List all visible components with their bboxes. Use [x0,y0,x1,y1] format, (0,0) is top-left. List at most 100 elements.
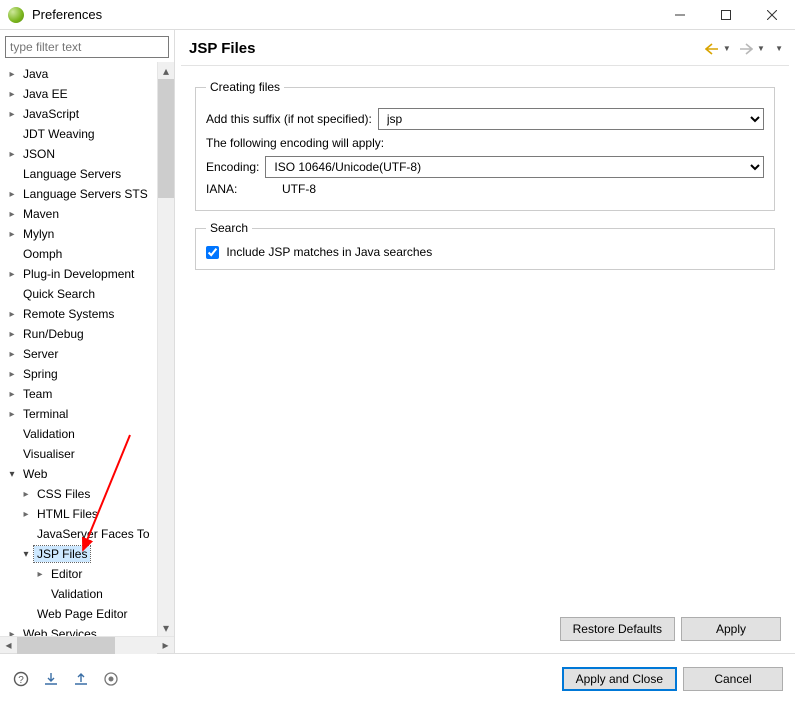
nav-back-button[interactable] [705,43,719,55]
tree-item[interactable]: ▸Editor [0,564,157,584]
maximize-button[interactable] [703,0,749,30]
scroll-right-icon[interactable]: ▸ [157,637,174,654]
nav-forward-button[interactable] [739,43,753,55]
cancel-button[interactable]: Cancel [683,667,783,691]
suffix-combo[interactable]: jsp [378,108,764,130]
tree-item[interactable]: ▾JSP Files [0,544,157,564]
apply-button[interactable]: Apply [681,617,781,641]
tree-item[interactable]: Quick Search [0,284,157,304]
tree-item[interactable]: ▸Server [0,344,157,364]
collapsed-icon[interactable]: ▸ [20,508,32,520]
no-twisty [20,608,32,620]
filter-input[interactable] [5,36,169,58]
help-icon[interactable]: ? [12,670,30,688]
encoding-combo[interactable]: ISO 10646/Unicode(UTF-8) [265,156,764,178]
collapsed-icon[interactable]: ▸ [6,188,18,200]
encoding-note: The following encoding will apply: [206,136,764,150]
scroll-up-icon[interactable]: ▴ [158,62,174,79]
tree-item-label: Web Services [20,626,100,636]
tree-horizontal-scrollbar[interactable]: ◂ ▸ [0,636,174,653]
collapsed-icon[interactable]: ▸ [34,568,46,580]
tree-item-label: Team [20,386,55,402]
tree-vertical-scrollbar[interactable]: ▴ ▾ [157,62,174,636]
scroll-left-icon[interactable]: ◂ [0,637,17,654]
collapsed-icon[interactable]: ▸ [6,208,18,220]
tree-item[interactable]: ▾Web [0,464,157,484]
oomph-recorder-icon[interactable] [102,670,120,688]
collapsed-icon[interactable]: ▸ [6,108,18,120]
tree-item-label: Editor [48,566,85,582]
minimize-button[interactable] [657,0,703,30]
tree-item[interactable]: Oomph [0,244,157,264]
tree-item[interactable]: ▸Run/Debug [0,324,157,344]
tree-item[interactable]: Validation [0,424,157,444]
collapsed-icon[interactable]: ▸ [6,148,18,160]
tree-item[interactable]: Language Servers [0,164,157,184]
expanded-icon[interactable]: ▾ [20,548,32,560]
import-icon[interactable] [42,670,60,688]
tree-item[interactable]: Web Page Editor [0,604,157,624]
collapsed-icon[interactable]: ▸ [6,328,18,340]
tree-item-label: Terminal [20,406,71,422]
hscroll-thumb[interactable] [17,637,115,654]
nav-forward-menu[interactable]: ▼ [757,44,765,53]
tree-item-label: Mylyn [20,226,57,242]
tree-item[interactable]: Validation [0,584,157,604]
scroll-thumb[interactable] [158,79,174,198]
collapsed-icon[interactable]: ▸ [6,308,18,320]
nav-back-menu[interactable]: ▼ [723,44,731,53]
restore-defaults-button[interactable]: Restore Defaults [560,617,675,641]
collapsed-icon[interactable]: ▸ [20,488,32,500]
creating-files-group: Creating files Add this suffix (if not s… [195,80,775,211]
tree-item-label: JDT Weaving [20,126,98,142]
tree-item[interactable]: ▸Web Services [0,624,157,636]
tree-item[interactable]: ▸CSS Files [0,484,157,504]
collapsed-icon[interactable]: ▸ [6,408,18,420]
tree-item[interactable]: Visualiser [0,444,157,464]
collapsed-icon[interactable]: ▸ [6,88,18,100]
bottom-bar: ? Apply and Close Cancel [0,654,795,704]
apply-and-close-button[interactable]: Apply and Close [562,667,677,691]
tree-item[interactable]: ▸Mylyn [0,224,157,244]
tree-item[interactable]: ▸Java EE [0,84,157,104]
tree-item-label: Web [20,466,50,482]
tree-item[interactable]: ▸Spring [0,364,157,384]
collapsed-icon[interactable]: ▸ [6,388,18,400]
tree-item[interactable]: ▸Language Servers STS [0,184,157,204]
tree-item[interactable]: ▸Terminal [0,404,157,424]
tree-item[interactable]: ▸Plug-in Development [0,264,157,284]
collapsed-icon[interactable]: ▸ [6,628,18,636]
expanded-icon[interactable]: ▾ [6,468,18,480]
collapsed-icon[interactable]: ▸ [6,368,18,380]
title-bar: Preferences [0,0,795,30]
tree-item[interactable]: ▸Team [0,384,157,404]
tree-item[interactable]: JavaServer Faces To [0,524,157,544]
collapsed-icon[interactable]: ▸ [6,68,18,80]
app-icon [8,7,24,23]
scroll-down-icon[interactable]: ▾ [158,619,174,636]
tree-item[interactable]: ▸JSON [0,144,157,164]
svg-text:?: ? [18,675,24,686]
suffix-label: Add this suffix (if not specified): [206,112,372,126]
left-panel: ▸Java▸Java EE▸JavaScript JDT Weaving ▸JSON… [0,30,174,653]
tree-item-label: Web Page Editor [34,606,131,622]
collapsed-icon[interactable]: ▸ [6,228,18,240]
toolbar-menu[interactable]: ▼ [775,44,783,53]
include-jsp-checkbox-input[interactable] [206,246,219,259]
tree-item[interactable]: ▸Java [0,64,157,84]
tree-item[interactable]: ▸HTML Files [0,504,157,524]
include-jsp-checkbox[interactable]: Include JSP matches in Java searches [206,245,432,259]
tree-item[interactable]: JDT Weaving [0,124,157,144]
close-button[interactable] [749,0,795,30]
tree-item[interactable]: ▸Remote Systems [0,304,157,324]
collapsed-icon[interactable]: ▸ [6,268,18,280]
export-icon[interactable] [72,670,90,688]
tree-item-label: Oomph [20,246,65,262]
preference-tree[interactable]: ▸Java▸Java EE▸JavaScript JDT Weaving ▸JSON… [0,62,174,636]
page-button-bar: Restore Defaults Apply [175,609,795,653]
tree-item[interactable]: ▸JavaScript [0,104,157,124]
search-legend: Search [206,221,252,235]
collapsed-icon[interactable]: ▸ [6,348,18,360]
page-title: JSP Files [189,40,255,57]
tree-item[interactable]: ▸Maven [0,204,157,224]
